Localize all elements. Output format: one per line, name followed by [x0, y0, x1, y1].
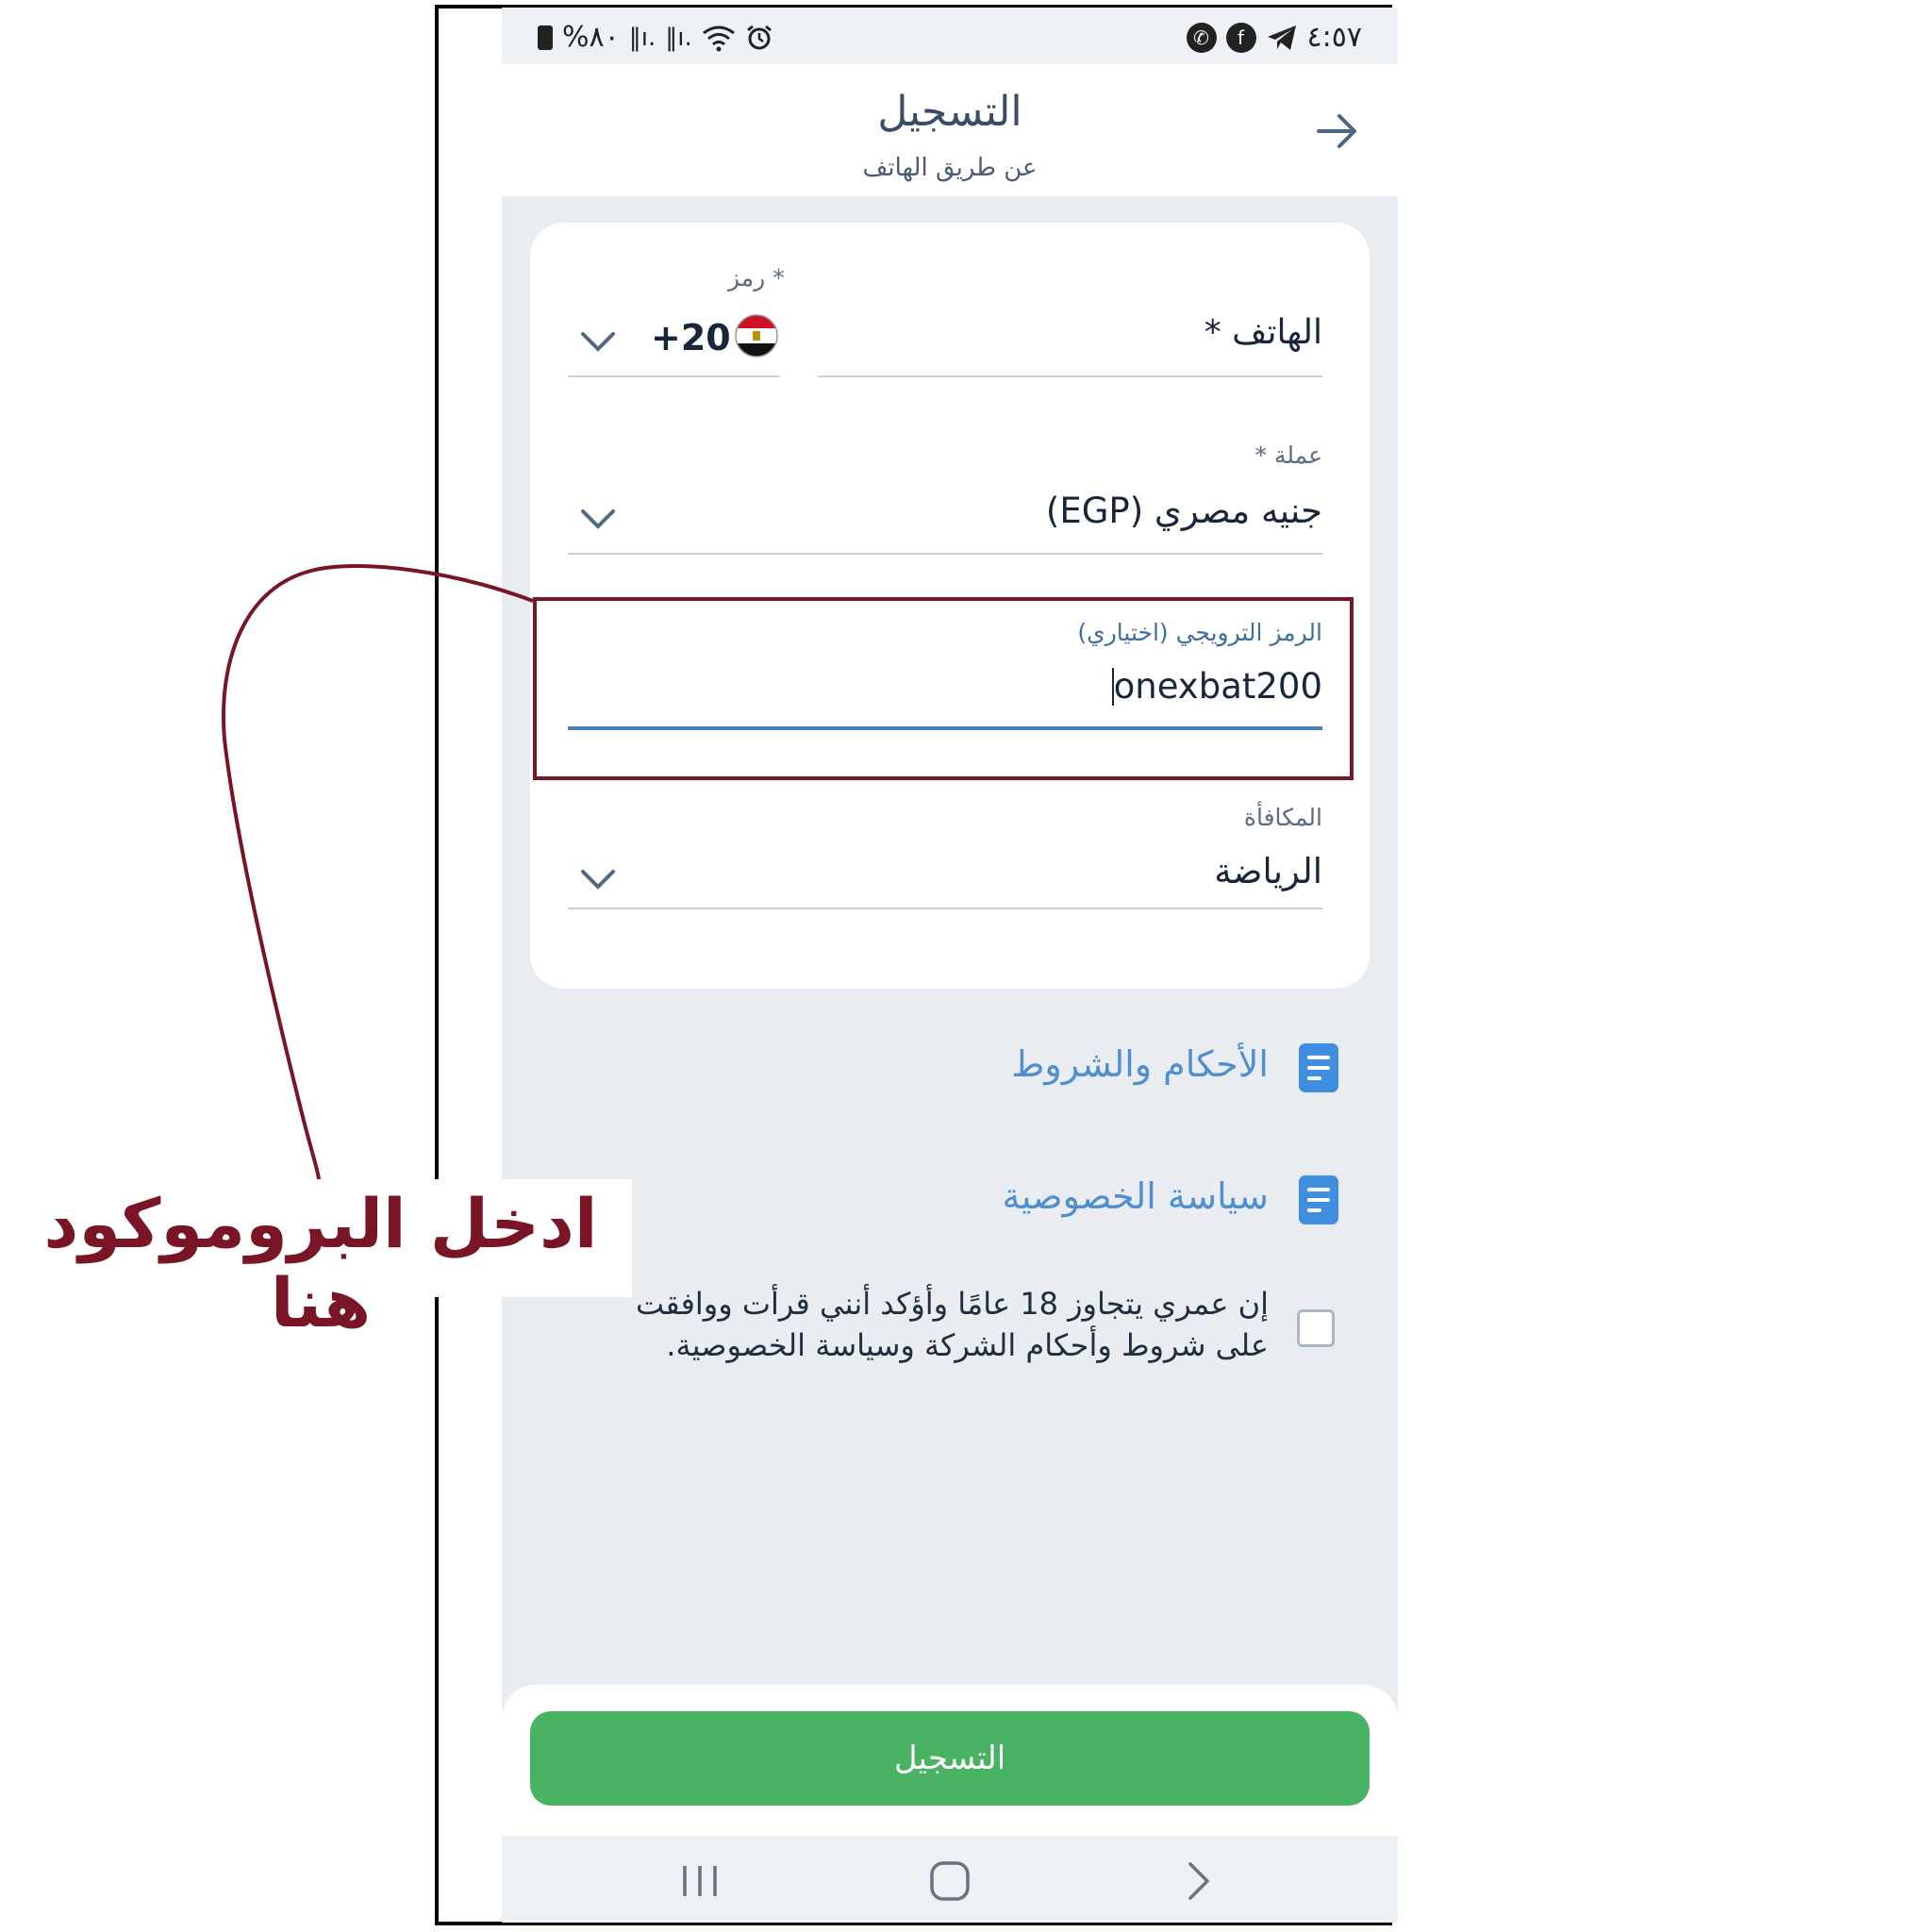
back-icon[interactable]: [1185, 1860, 1213, 1902]
consent-line-2: على شروط وأحكام الشركة وسياسة الخصوصية.: [666, 1327, 1269, 1363]
egypt-flag-icon: [735, 314, 778, 358]
promo-code-callout: ادخل البروموكود هنا: [43, 1184, 598, 1342]
age-consent-text: إن عمري يتجاوز 18 عامًا وأؤكد أنني قرأت …: [608, 1283, 1269, 1366]
country-code-underline: [568, 375, 780, 377]
bonus-underline: [568, 908, 1322, 909]
alarm-icon: [746, 25, 772, 49]
currency-label: عملة *: [1254, 441, 1323, 469]
page-header: التسجيل عن طريق الهاتف: [502, 64, 1398, 196]
whatsapp-icon: ✆: [1186, 22, 1217, 53]
status-bar: %٨٠ ‖ı. ‖ı. ✆ f ٤:٥٧: [502, 8, 1398, 64]
promo-code-highlight-box: [533, 597, 1354, 780]
signal-icon: ‖ı.: [628, 23, 656, 52]
home-icon[interactable]: [928, 1860, 972, 1902]
phone-input[interactable]: الهاتف *: [851, 313, 1322, 352]
consent-line-1: إن عمري يتجاوز 18 عامًا وأؤكد أنني قرأت …: [635, 1286, 1269, 1322]
page-subtitle: عن طريق الهاتف: [862, 154, 1038, 182]
currency-underline: [568, 553, 1322, 555]
clock: ٤:٥٧: [1306, 21, 1362, 54]
phone-underline: [818, 375, 1322, 377]
bonus-label: المكافأة: [1243, 804, 1322, 831]
document-icon: [1299, 1043, 1338, 1092]
app-screen: %٨٠ ‖ı. ‖ı. ✆ f ٤:٥٧ التسجيل عن طريق اله…: [502, 8, 1398, 1923]
battery-icon: [538, 25, 553, 50]
currency-select[interactable]: جنيه مصري (EGP): [1046, 491, 1322, 531]
wifi-icon: [702, 25, 735, 51]
country-code-label: * رمز: [728, 264, 785, 291]
register-button[interactable]: التسجيل: [530, 1711, 1370, 1806]
terms-link[interactable]: الأحكام والشروط: [1011, 1043, 1269, 1085]
chevron-down-icon[interactable]: [577, 506, 619, 532]
document-icon: [1299, 1175, 1338, 1224]
android-nav-bar: [502, 1836, 1398, 1923]
bonus-select[interactable]: الرياضة: [1214, 851, 1322, 891]
battery-level: %٨٠: [562, 21, 620, 54]
facebook-icon: f: [1225, 22, 1256, 53]
privacy-link[interactable]: سياسة الخصوصية: [1002, 1175, 1269, 1217]
age-consent-checkbox[interactable]: [1297, 1309, 1335, 1347]
chevron-down-icon[interactable]: [577, 328, 619, 355]
status-bar-right: ✆ f ٤:٥٧: [1186, 21, 1362, 54]
telegram-icon: [1267, 25, 1296, 50]
recents-icon[interactable]: [679, 1862, 721, 1900]
signal-icon: ‖ı.: [665, 23, 692, 52]
arrow-right-icon[interactable]: [1313, 107, 1362, 156]
page-title: التسجيل: [877, 88, 1022, 136]
country-code-value[interactable]: +20: [651, 317, 731, 358]
status-bar-left: %٨٠ ‖ı. ‖ı.: [538, 21, 773, 54]
chevron-down-icon[interactable]: [577, 866, 619, 892]
